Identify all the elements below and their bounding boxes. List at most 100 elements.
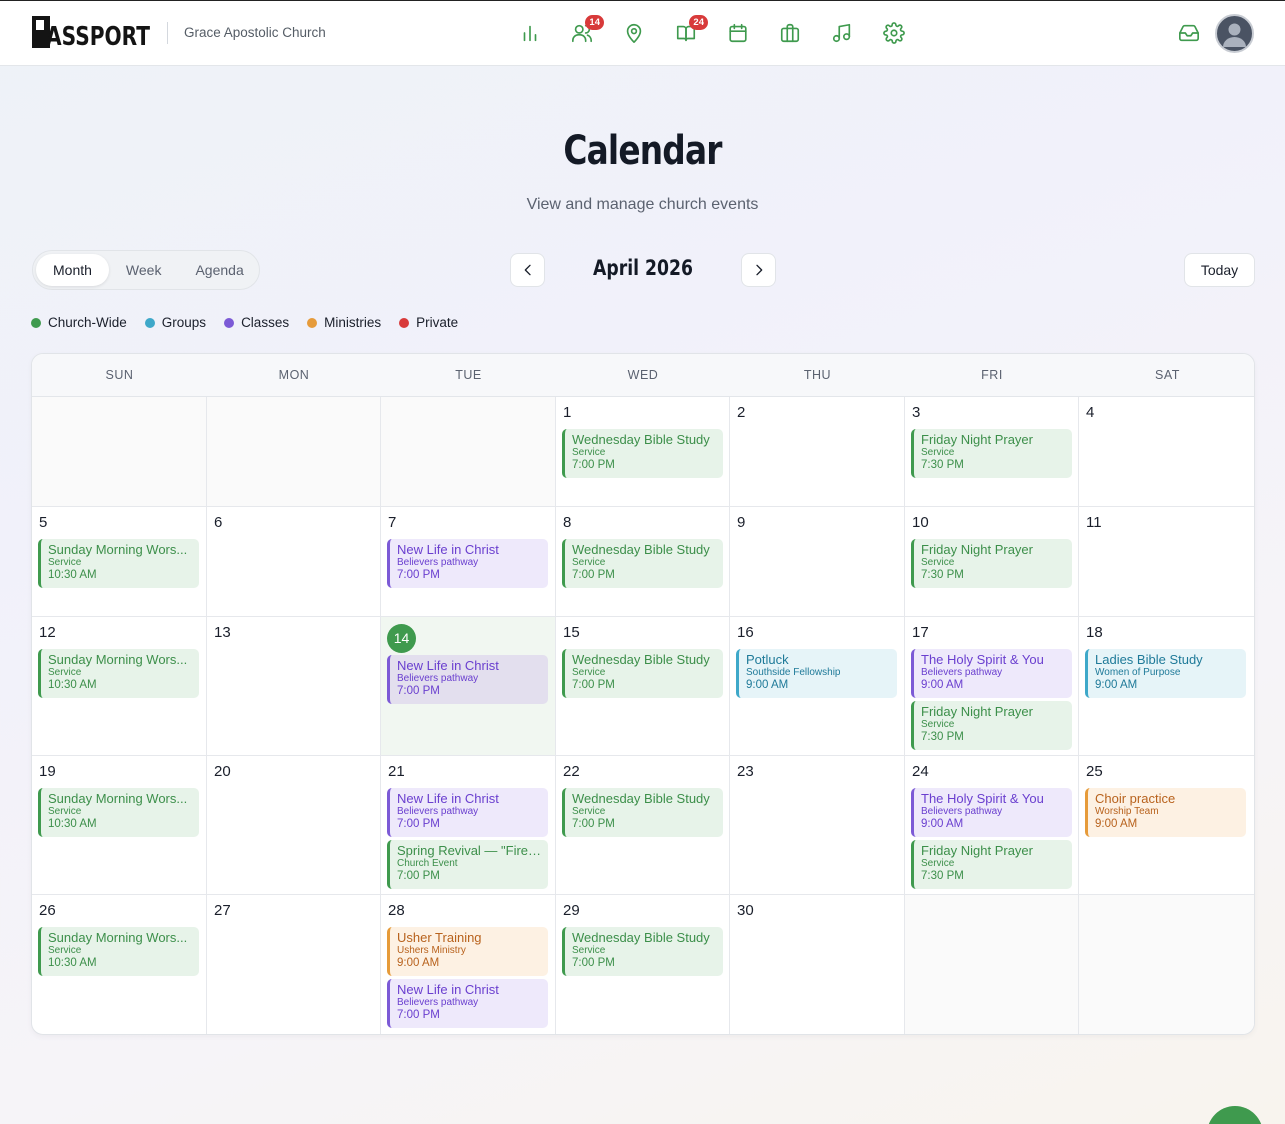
event-category: Believers pathway: [397, 673, 479, 684]
day-number: 27: [214, 902, 231, 919]
previous-month-button[interactable]: [510, 253, 545, 287]
view-week-button[interactable]: Week: [109, 254, 179, 286]
event-time: 7:30 PM: [921, 569, 964, 581]
briefcase-icon[interactable]: [776, 19, 804, 47]
day-cell-1[interactable]: 1 Wednesday Bible Study Service 7:00 PM: [556, 397, 730, 507]
day-cell-15[interactable]: 15 Wednesday Bible Study Service 7:00 PM: [556, 617, 730, 756]
day-cell-12[interactable]: 12 Sunday Morning Wors... Service 10:30 AM: [32, 617, 207, 756]
day-cell-2[interactable]: 2: [730, 397, 905, 507]
event-chip[interactable]: The Holy Spirit & You Believers pathway 9:…: [911, 788, 1072, 837]
day-cell-5[interactable]: 5 Sunday Morning Wors... Service 10:30 AM: [32, 507, 207, 617]
music-icon[interactable]: [828, 19, 856, 47]
event-chip[interactable]: Friday Night Prayer Service 7:30 PM: [911, 701, 1072, 750]
day-cell-3[interactable]: 3 Friday Night Prayer Service 7:30 PM: [905, 397, 1079, 507]
book-open-icon[interactable]: 24: [672, 15, 708, 47]
event-chip[interactable]: Ladies Bible Study Women of Purpose 9:00 A…: [1085, 649, 1246, 698]
day-cell-22[interactable]: 22 Wednesday Bible Study Service 7:00 PM: [556, 756, 730, 895]
event-chip[interactable]: Wednesday Bible Study Service 7:00 PM: [562, 539, 723, 588]
event-chip[interactable]: New Life in Christ Believers pathway 7:00 …: [387, 655, 548, 704]
event-title: New Life in Christ: [397, 791, 499, 806]
event-time: 9:00 AM: [746, 679, 789, 691]
event-chip[interactable]: Usher Training Ushers Ministry 9:00 AM: [387, 927, 548, 976]
event-category: Believers pathway: [921, 667, 1003, 678]
day-cell-27[interactable]: 27: [207, 895, 381, 1034]
day-cell-23[interactable]: 23: [730, 756, 905, 895]
day-cell-16[interactable]: 16 Potluck Southside Fellowship 9:00 AM: [730, 617, 905, 756]
day-cell-9[interactable]: 9: [730, 507, 905, 617]
day-cell-21[interactable]: 21 New Life in Christ Believers pathway 7:0…: [381, 756, 556, 895]
day-cell-18[interactable]: 18 Ladies Bible Study Women of Purpose 9:00…: [1079, 617, 1254, 756]
bar-chart-icon[interactable]: [516, 19, 544, 47]
current-month-label: April 2026: [593, 256, 693, 280]
event-category: Service: [48, 806, 82, 817]
event-chip[interactable]: Wednesday Bible Study Service 7:00 PM: [562, 429, 723, 478]
event-chip[interactable]: Spring Revival — "Fire ... Church Event 7:…: [387, 840, 548, 889]
event-chip[interactable]: Friday Night Prayer Service 7:30 PM: [911, 429, 1072, 478]
day-cell-11[interactable]: 11: [1079, 507, 1254, 617]
event-chip[interactable]: Potluck Southside Fellowship 9:00 AM: [736, 649, 897, 698]
event-chip[interactable]: The Holy Spirit & You Believers pathway 9:…: [911, 649, 1072, 698]
people-badge: 14: [585, 15, 604, 30]
event-title: Sunday Morning Wors...: [48, 791, 188, 806]
event-chip[interactable]: Sunday Morning Wors... Service 10:30 AM: [38, 927, 199, 976]
event-chip[interactable]: Sunday Morning Wors... Service 10:30 AM: [38, 539, 199, 588]
day-cell-20[interactable]: 20: [207, 756, 381, 895]
event-chip[interactable]: Sunday Morning Wors... Service 10:30 AM: [38, 788, 199, 837]
today-button[interactable]: Today: [1184, 253, 1255, 287]
people-icon[interactable]: 14: [568, 15, 604, 47]
event-chip[interactable]: New Life in Christ Believers pathway 7:00 …: [387, 979, 548, 1028]
map-pin-icon[interactable]: [620, 19, 648, 47]
inbox-icon[interactable]: [1175, 19, 1203, 47]
event-chip[interactable]: Friday Night Prayer Service 7:30 PM: [911, 840, 1072, 889]
day-cell-14[interactable]: 14 New Life in Christ Believers pathway 7:0…: [381, 617, 556, 756]
empty-day-cell: [381, 397, 556, 507]
event-category: Service: [921, 557, 955, 568]
event-chip[interactable]: New Life in Christ Believers pathway 7:00 …: [387, 788, 548, 837]
event-chip[interactable]: Wednesday Bible Study Service 7:00 PM: [562, 649, 723, 698]
event-time: 10:30 AM: [48, 818, 97, 830]
day-cell-26[interactable]: 26 Sunday Morning Wors... Service 10:30 AM: [32, 895, 207, 1034]
day-number: 6: [214, 514, 223, 531]
event-title: The Holy Spirit & You: [921, 652, 1044, 667]
event-title: Usher Training: [397, 930, 482, 945]
legend-color-dot: [307, 317, 318, 328]
weekday-header-row: SUN MON TUE WED THU FRI SAT: [32, 354, 1254, 397]
passport-logo[interactable]: ASSPORT: [32, 14, 152, 50]
event-chip[interactable]: Wednesday Bible Study Service 7:00 PM: [562, 927, 723, 976]
event-chip[interactable]: Wednesday Bible Study Service 7:00 PM: [562, 788, 723, 837]
day-cell-8[interactable]: 8 Wednesday Bible Study Service 7:00 PM: [556, 507, 730, 617]
empty-day-cell: [905, 895, 1079, 1034]
day-cell-6[interactable]: 6: [207, 507, 381, 617]
day-cell-13[interactable]: 13: [207, 617, 381, 756]
day-cell-10[interactable]: 10 Friday Night Prayer Service 7:30 PM: [905, 507, 1079, 617]
event-title: Choir practice: [1095, 791, 1176, 806]
calendar-icon[interactable]: [724, 19, 752, 47]
day-cell-7[interactable]: 7 New Life in Christ Believers pathway 7:00…: [381, 507, 556, 617]
event-time: 7:00 PM: [397, 1009, 440, 1021]
day-cell-28[interactable]: 28 Usher Training Ushers Ministry 9:00 AM Ne…: [381, 895, 556, 1034]
day-cell-17[interactable]: 17 The Holy Spirit & You Believers pathway…: [905, 617, 1079, 756]
event-category: Service: [572, 557, 606, 568]
day-cell-4[interactable]: 4: [1079, 397, 1254, 507]
user-avatar-icon[interactable]: [1215, 14, 1254, 53]
header-divider: [167, 22, 168, 44]
event-time: 7:00 PM: [397, 685, 440, 697]
day-cell-25[interactable]: 25 Choir practice Worship Team 9:00 AM: [1079, 756, 1254, 895]
view-month-button[interactable]: Month: [36, 254, 109, 286]
event-category: Women of Purpose: [1095, 667, 1181, 678]
next-month-button[interactable]: [741, 253, 776, 287]
event-chip[interactable]: New Life in Christ Believers pathway 7:00 …: [387, 539, 548, 588]
day-cell-24[interactable]: 24 The Holy Spirit & You Believers pathway…: [905, 756, 1079, 895]
floating-action-button[interactable]: [1207, 1106, 1263, 1124]
day-cell-30[interactable]: 30: [730, 895, 905, 1034]
legend-color-dot: [399, 317, 410, 328]
event-chip[interactable]: Sunday Morning Wors... Service 10:30 AM: [38, 649, 199, 698]
day-cell-19[interactable]: 19 Sunday Morning Wors... Service 10:30 AM: [32, 756, 207, 895]
view-agenda-button[interactable]: Agenda: [178, 254, 260, 286]
event-category: Service: [572, 447, 606, 458]
settings-icon[interactable]: [880, 19, 908, 47]
day-cell-29[interactable]: 29 Wednesday Bible Study Service 7:00 PM: [556, 895, 730, 1034]
event-title: Sunday Morning Wors...: [48, 930, 188, 945]
event-chip[interactable]: Friday Night Prayer Service 7:30 PM: [911, 539, 1072, 588]
event-chip[interactable]: Choir practice Worship Team 9:00 AM: [1085, 788, 1246, 837]
